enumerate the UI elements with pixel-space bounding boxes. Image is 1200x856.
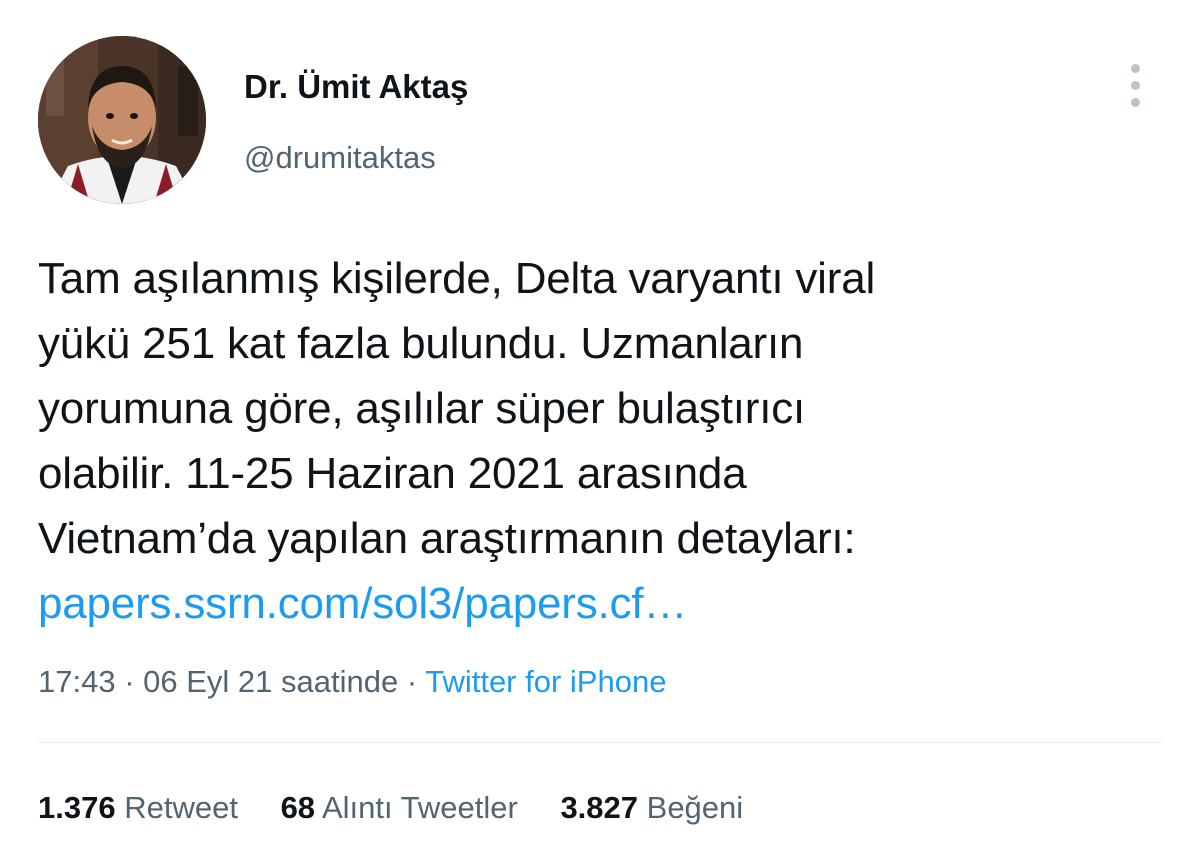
- meta-separator: ·: [398, 664, 426, 699]
- quotes-label: Alıntı Tweetler: [321, 790, 518, 825]
- tweet-text: Tam aşılanmış kişilerde, Delta varyantı …: [38, 246, 1168, 636]
- quotes-count: 68: [280, 790, 316, 825]
- author-display-name[interactable]: Dr. Ümit Aktaş: [244, 68, 468, 106]
- tweet-text-line: yorumuna göre, aşılılar süper bulaştırıc…: [38, 384, 806, 433]
- avatar-image: [38, 36, 206, 204]
- tweet-time[interactable]: 17:43: [38, 664, 116, 699]
- tweet-text-line: Tam aşılanmış kişilerde, Delta varyantı …: [38, 254, 876, 303]
- tweet-text-line: Vietnam’da yapılan araştırmanın detaylar…: [38, 514, 856, 563]
- likes-count: 3.827: [560, 790, 639, 825]
- tweet-link[interactable]: papers.ssrn.com/sol3/papers.cf…: [38, 571, 1168, 636]
- more-options-button[interactable]: [1116, 58, 1156, 114]
- retweets-count: 1.376: [38, 790, 116, 825]
- tweet-source[interactable]: Twitter for iPhone: [425, 664, 666, 699]
- retweets-label: Retweet: [124, 790, 238, 825]
- tweet-text-line: yükü 251 kat fazla bulundu. Uzmanların: [38, 319, 804, 368]
- likes-stat[interactable]: 3.827 Beğeni: [560, 790, 743, 826]
- tweet-stats: 1.376 Retweet 68 Alıntı Tweetler 3.827 B…: [38, 790, 777, 826]
- quotes-stat[interactable]: 68 Alıntı Tweetler: [281, 790, 518, 826]
- likes-label: Beğeni: [646, 790, 744, 825]
- author-handle[interactable]: @drumitaktas: [244, 140, 436, 176]
- tweet-text-line: olabilir. 11-25 Haziran 2021 arasında: [38, 449, 747, 498]
- tweet-meta: 17:43 · 06 Eyl 21 saatinde · Twitter for…: [38, 664, 666, 700]
- tweet-date[interactable]: 06 Eyl 21 saatinde: [143, 664, 398, 699]
- avatar[interactable]: [38, 36, 206, 204]
- divider: [38, 742, 1162, 743]
- meta-separator: ·: [115, 664, 144, 699]
- retweets-stat[interactable]: 1.376 Retweet: [38, 790, 238, 826]
